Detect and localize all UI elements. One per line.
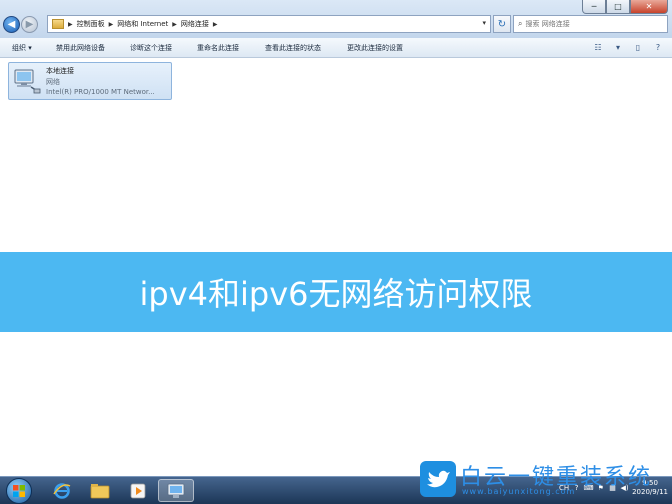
change-settings-button[interactable]: 更改此连接的设置 [347,43,403,53]
breadcrumb-control-panel[interactable]: 控制面板 [77,19,105,29]
disable-device-button[interactable]: 禁用此网络设备 [56,43,105,53]
organize-button[interactable]: 组织 ▾ [12,43,32,53]
folder-icon [52,19,64,29]
back-button[interactable]: ◀ [3,16,20,33]
connection-name: 本地连接 [46,67,74,75]
arrow-left-icon: ◀ [7,19,16,30]
close-button[interactable]: ✕ [630,0,668,14]
search-input[interactable] [525,20,656,28]
chevron-right-icon[interactable]: ▶ [68,21,73,28]
view-status-button[interactable]: 查看此连接的状态 [265,43,321,53]
control-panel-icon [167,483,185,498]
media-player-icon [130,483,146,498]
start-button[interactable] [6,478,32,504]
forward-button[interactable]: ▶ [21,16,38,33]
chevron-right-icon[interactable]: ▶ [172,21,177,28]
address-dropdown-icon[interactable]: ▾ [482,19,486,27]
network-adapter-icon [14,69,41,94]
view-controls: ☷ ▾ ▯ ? [592,41,664,53]
folder-icon [90,483,110,498]
breadcrumb-network-internet[interactable]: 网络和 Internet [117,19,168,29]
window-title-bar: ─ □ ✕ ◀ ▶ ▶ 控制面板 ▶ 网络和 Internet ▶ 网络连接 ▶… [0,0,672,38]
connection-adapter: Intel(R) PRO/1000 MT Networ... [46,88,155,96]
window-controls: ─ □ ✕ [582,0,668,14]
refresh-button[interactable]: ↻ [493,15,511,33]
preview-pane-icon[interactable]: ▯ [632,41,644,53]
address-bar[interactable]: ▶ 控制面板 ▶ 网络和 Internet ▶ 网络连接 ▶ ▾ [47,15,491,33]
diagnose-button[interactable]: 诊断这个连接 [130,43,172,53]
refresh-icon: ↻ [497,18,507,30]
windows-logo-icon [13,485,25,497]
banner-title: ipv4和ipv6无网络访问权限 [139,275,533,313]
chevron-right-icon[interactable]: ▶ [213,21,218,28]
taskbar-ie[interactable] [44,479,80,502]
view-options-icon[interactable]: ☷ [592,41,604,53]
chevron-down-icon[interactable]: ▾ [612,41,624,53]
chevron-right-icon[interactable]: ▶ [109,21,114,28]
internet-explorer-icon [53,482,71,499]
minimize-button[interactable]: ─ [582,0,606,14]
watermark-url: www.baiyunxitong.com [462,487,576,496]
taskbar-network-connections[interactable] [158,479,194,502]
help-icon[interactable]: ? [652,41,664,53]
arrow-right-icon: ▶ [25,19,34,30]
taskbar-explorer[interactable] [82,479,118,502]
watermark: 白云一键重装系统 www.baiyunxitong.com [420,459,672,504]
command-bar: 组织 ▾ 禁用此网络设备 诊断这个连接 重命名此连接 查看此连接的状态 更改此连… [0,38,672,58]
rename-button[interactable]: 重命名此连接 [197,43,239,53]
local-connection-item[interactable]: 本地连接 网络 Intel(R) PRO/1000 MT Networ... [8,62,172,100]
breadcrumb-network-connections[interactable]: 网络连接 [181,19,209,29]
bird-logo-icon [420,461,456,497]
maximize-button[interactable]: □ [606,0,630,14]
search-icon: ⌕ [518,19,523,28]
search-box[interactable]: ⌕ [513,15,668,33]
connection-network: 网络 [46,78,60,86]
taskbar-media-player[interactable] [120,479,156,502]
title-banner: ipv4和ipv6无网络访问权限 [0,252,672,332]
